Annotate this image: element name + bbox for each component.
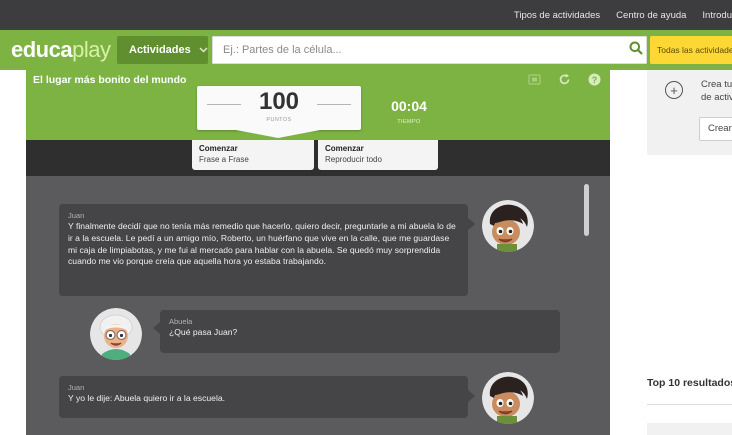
educaplay-logo[interactable]: educaplay: [11, 37, 111, 62]
message-text: Y finalmente decidí que no tenía más rem…: [68, 221, 456, 267]
control-subtitle: Reproducir todo: [325, 155, 382, 164]
top-nav-link-help-center[interactable]: Centro de ayuda: [616, 10, 686, 21]
svg-text:?: ?: [591, 75, 597, 85]
help-icon[interactable]: ?: [586, 72, 602, 86]
search-header: educaplay Actividades: [0, 30, 732, 70]
top-nav-links: Tipos de actividades Centro de ayuda Int…: [514, 0, 732, 30]
score-card-tail: [236, 130, 320, 138]
activity-title: El lugar más bonito del mundo: [33, 74, 187, 86]
top-nav-link-activity-types[interactable]: Tipos de actividades: [514, 10, 600, 21]
top10-results-heading: Top 10 resultados: [647, 377, 732, 389]
activities-dropdown-label: Actividades: [129, 44, 191, 56]
logo-text-accent: play: [72, 37, 111, 62]
create-activity-card: + Crea tu de activ Crear: [647, 70, 732, 155]
search-input[interactable]: [213, 37, 613, 63]
top10-results-card: [647, 423, 732, 435]
search-box: [212, 36, 647, 64]
search-button[interactable]: [624, 36, 648, 64]
divider: [647, 404, 732, 405]
bubble-tail: [468, 218, 475, 230]
message-speaker: Juan: [68, 383, 85, 392]
search-icon: [629, 41, 643, 60]
grandmother-avatar: [90, 308, 142, 360]
activity-toolbar: ?: [526, 72, 602, 86]
fullscreen-icon[interactable]: [526, 72, 542, 86]
dialogue-scrollbar[interactable]: [584, 184, 589, 236]
score-label: PUNTOS: [266, 117, 292, 123]
create-activity-text: Crea tu de activ: [701, 78, 732, 104]
start-sentence-by-sentence-button[interactable]: Comenzar Frase a Frase: [192, 140, 314, 170]
dialogue-area[interactable]: Juan Y finalmente decidí que no tenía má…: [26, 176, 610, 435]
activity-header: El lugar más bonito del mundo ? 100 PUNT…: [26, 70, 610, 140]
control-subtitle: Frase a Frase: [199, 155, 249, 164]
top-nav-link-intro[interactable]: Introdu: [702, 10, 732, 21]
score-value: 100: [258, 88, 300, 115]
bubble-tail: [468, 390, 475, 402]
message-speaker: Juan: [68, 211, 85, 220]
control-title: Comenzar: [325, 144, 364, 153]
create-text-line-2: de activ: [701, 92, 732, 103]
juan-avatar: [482, 372, 534, 424]
categories-dropdown-button[interactable]: Todas las actividades: [650, 36, 732, 64]
score-card: 100 PUNTOS: [197, 86, 361, 130]
restart-icon[interactable]: [556, 72, 572, 86]
chevron-down-icon: [199, 45, 208, 56]
message-text: ¿Qué pasa Juan?: [169, 327, 238, 337]
message-speaker: Abuela: [169, 317, 193, 326]
dialogue-message: Juan Y yo le dije: Abuela quiero ir a la…: [59, 376, 468, 418]
playback-controls: Comenzar Frase a Frase Comenzar Reproduc…: [26, 140, 610, 176]
control-title: Comenzar: [199, 144, 238, 153]
top-nav-bar: Tipos de actividades Centro de ayuda Int…: [0, 0, 732, 30]
dialogue-message: Abuela ¿Qué pasa Juan?: [160, 310, 560, 353]
activity-player: El lugar más bonito del mundo ? 100 PUNT…: [26, 70, 610, 435]
start-play-all-button[interactable]: Comenzar Reproducir todo: [318, 140, 438, 170]
message-text: Y yo le dije: Abuela quiero ir a la escu…: [68, 393, 226, 403]
create-activity-button[interactable]: Crear: [699, 117, 732, 141]
create-text-line-1: Crea tu: [701, 79, 732, 90]
juan-avatar: [482, 200, 534, 252]
dialogue-message: Juan Y finalmente decidí que no tenía má…: [59, 204, 468, 296]
bubble-tail: [153, 322, 160, 334]
activities-dropdown-button[interactable]: Actividades: [117, 36, 208, 64]
page: Tipos de actividades Centro de ayuda Int…: [0, 0, 732, 435]
plus-icon: +: [665, 81, 683, 99]
logo-text-main: educa: [11, 37, 73, 62]
timer-label: TIEMPO: [397, 119, 421, 125]
timer-value: 00:04: [391, 98, 427, 114]
